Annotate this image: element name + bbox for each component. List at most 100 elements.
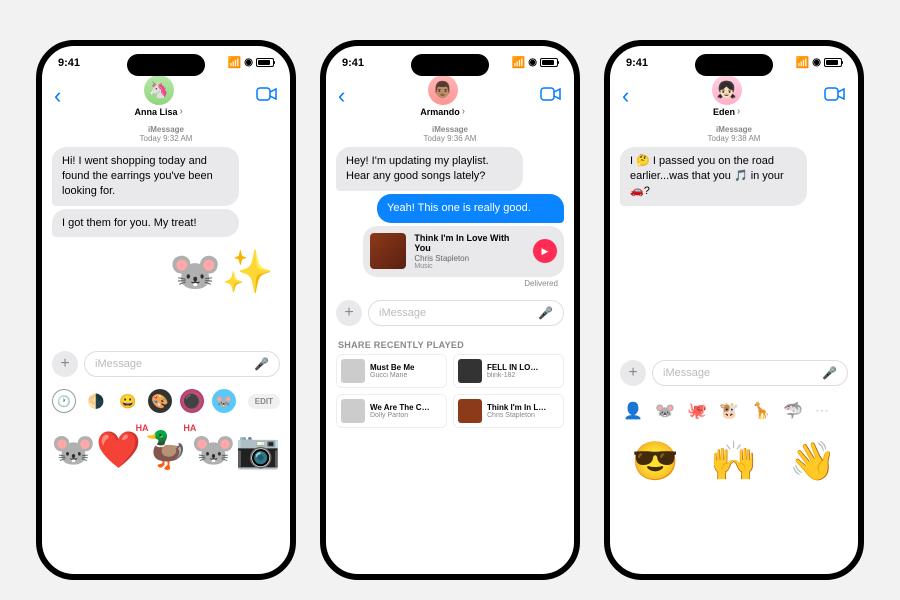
recently-played-item[interactable]: FELL IN LO…blink-182: [453, 354, 564, 388]
signal-icon: 📶: [228, 56, 242, 69]
sticker-app-tray: 🕐 🌗 😀 🎨 ⚫ 🐭 EDIT: [42, 383, 290, 419]
section-header: SHARE RECENTLY PLAYED: [326, 332, 574, 354]
sticker-pack-icon[interactable]: ⚫: [180, 389, 204, 413]
contact-header[interactable]: 🦄 Anna Lisa: [134, 75, 182, 117]
mic-icon[interactable]: 🎤: [822, 366, 837, 380]
memoji-category[interactable]: 🐭: [652, 398, 678, 424]
phone-anna-lisa: 9:41 📶 ◉ ‹ 🦄 Anna Lisa iMessage Today 9:…: [36, 40, 296, 580]
avatar: 👧🏻: [712, 75, 742, 105]
memoji-category[interactable]: 🐮: [716, 398, 742, 424]
plus-button[interactable]: +: [52, 351, 78, 377]
avatar: 🦄: [144, 75, 174, 105]
memoji-sticker[interactable]: 👋: [789, 440, 836, 484]
play-button[interactable]: ▶: [533, 239, 557, 263]
facetime-button[interactable]: [256, 86, 278, 107]
memoji-sticker[interactable]: 😎: [632, 440, 679, 484]
back-button[interactable]: ‹: [338, 83, 345, 109]
message-input[interactable]: iMessage 🎤: [84, 351, 280, 377]
nav-bar: ‹ 🦄 Anna Lisa: [42, 71, 290, 119]
sticker-pack-icon[interactable]: 🐭: [212, 389, 236, 413]
timestamp: iMessage Today 9:38 AM: [610, 119, 858, 147]
album-art: [370, 233, 406, 269]
timestamp: iMessage Today 9:36 AM: [326, 119, 574, 147]
nav-bar: ‹ 👧🏻 Eden: [610, 71, 858, 119]
dynamic-island: [411, 54, 489, 76]
wifi-icon: ◉: [812, 57, 821, 68]
music-attachment[interactable]: Think I'm In Love With You Chris Staplet…: [363, 226, 564, 278]
facetime-button[interactable]: [540, 86, 562, 107]
sticker-option[interactable]: 🐭📷: [191, 429, 281, 471]
memoji-category[interactable]: 👤: [620, 398, 646, 424]
status-time: 9:41: [626, 57, 648, 69]
contact-name: Anna Lisa: [134, 106, 182, 117]
recently-played-item[interactable]: We Are The C…Dolly Parton: [336, 394, 447, 428]
phone-armando: 9:41 📶 ◉ ‹ 👨🏽 Armando iMessage Today 9:3…: [320, 40, 580, 580]
album-art: [458, 399, 482, 423]
phone-eden: 9:41 📶 ◉ ‹ 👧🏻 Eden iMessage Today 9:38 A…: [604, 40, 864, 580]
album-art: [341, 399, 365, 423]
status-indicators: 📶 ◉: [796, 56, 842, 69]
battery-icon: [824, 58, 842, 67]
contact-header[interactable]: 👧🏻 Eden: [712, 75, 742, 117]
sent-sticker[interactable]: 🐭✨: [52, 240, 280, 305]
sticker-option[interactable]: HA HA 🦆: [144, 429, 189, 471]
status-time: 9:41: [58, 57, 80, 69]
signal-icon: 📶: [796, 56, 810, 69]
contact-header[interactable]: 👨🏽 Armando: [420, 75, 465, 117]
message-incoming[interactable]: I 🤔 I passed you on the road earlier...w…: [620, 147, 807, 206]
contact-name: Eden: [713, 106, 740, 117]
mic-icon[interactable]: 🎤: [538, 306, 553, 320]
message-outgoing[interactable]: Yeah! This one is really good.: [377, 194, 564, 223]
memoji-sticker-row: 😎 🙌 👋: [610, 430, 858, 494]
dynamic-island: [127, 54, 205, 76]
message-area: Hi! I went shopping today and found the …: [42, 147, 290, 305]
input-bar: + iMessage 🎤: [42, 345, 290, 383]
recently-played-grid: Must Be MeGucci Mane FELL IN LO…blink-18…: [326, 354, 574, 428]
status-indicators: 📶 ◉: [228, 56, 274, 69]
facetime-button[interactable]: [824, 86, 846, 107]
wifi-icon: ◉: [528, 57, 537, 68]
album-art: [458, 359, 482, 383]
signal-icon: 📶: [512, 56, 526, 69]
delivered-status: Delivered: [336, 279, 564, 288]
memoji-category[interactable]: 🦒: [748, 398, 774, 424]
battery-icon: [540, 58, 558, 67]
more-icon[interactable]: ⋯: [815, 402, 829, 419]
emoji-tab-icon[interactable]: 😀: [116, 389, 140, 413]
sticker-pack-icon[interactable]: 🎨: [148, 389, 172, 413]
memoji-category[interactable]: 🦈: [780, 398, 806, 424]
dynamic-island: [695, 54, 773, 76]
plus-button[interactable]: +: [620, 360, 646, 386]
avatar: 👨🏽: [428, 75, 458, 105]
message-input[interactable]: iMessage 🎤: [652, 360, 848, 386]
status-time: 9:41: [342, 57, 364, 69]
back-button[interactable]: ‹: [54, 83, 61, 109]
memoji-category[interactable]: 🐙: [684, 398, 710, 424]
message-area: I 🤔 I passed you on the road earlier...w…: [610, 147, 858, 206]
memoji-sticker[interactable]: 🙌: [710, 440, 757, 484]
battery-icon: [256, 58, 274, 67]
status-indicators: 📶 ◉: [512, 56, 558, 69]
contact-name: Armando: [420, 106, 465, 117]
edit-button[interactable]: EDIT: [248, 394, 280, 409]
sticker-option[interactable]: 🐭❤️: [51, 429, 141, 471]
timestamp: iMessage Today 9:32 AM: [42, 119, 290, 147]
mic-icon[interactable]: 🎤: [254, 357, 269, 371]
message-incoming[interactable]: Hi! I went shopping today and found the …: [52, 147, 239, 206]
recently-played-item[interactable]: Think I'm In L…Chris Stapleton: [453, 394, 564, 428]
message-incoming[interactable]: Hey! I'm updating my playlist. Hear any …: [336, 147, 523, 191]
message-input[interactable]: iMessage 🎤: [368, 300, 564, 326]
memoji-category-tray: 👤 🐭 🐙 🐮 🦒 🦈 ⋯: [610, 392, 858, 430]
message-incoming[interactable]: I got them for you. My treat!: [52, 209, 239, 238]
nav-bar: ‹ 👨🏽 Armando: [326, 71, 574, 119]
sticker-grid: 🐭❤️ HA HA 🦆 🐭📷: [42, 419, 290, 481]
back-button[interactable]: ‹: [622, 83, 629, 109]
message-area: Hey! I'm updating my playlist. Hear any …: [326, 147, 574, 288]
input-bar: + iMessage 🎤: [610, 354, 858, 392]
memoji-tab-icon[interactable]: 🌗: [84, 389, 108, 413]
plus-button[interactable]: +: [336, 300, 362, 326]
recently-played-item[interactable]: Must Be MeGucci Mane: [336, 354, 447, 388]
recents-icon[interactable]: 🕐: [52, 389, 76, 413]
music-info: Think I'm In Love With You Chris Staplet…: [414, 233, 525, 271]
input-bar: + iMessage 🎤: [326, 294, 574, 332]
